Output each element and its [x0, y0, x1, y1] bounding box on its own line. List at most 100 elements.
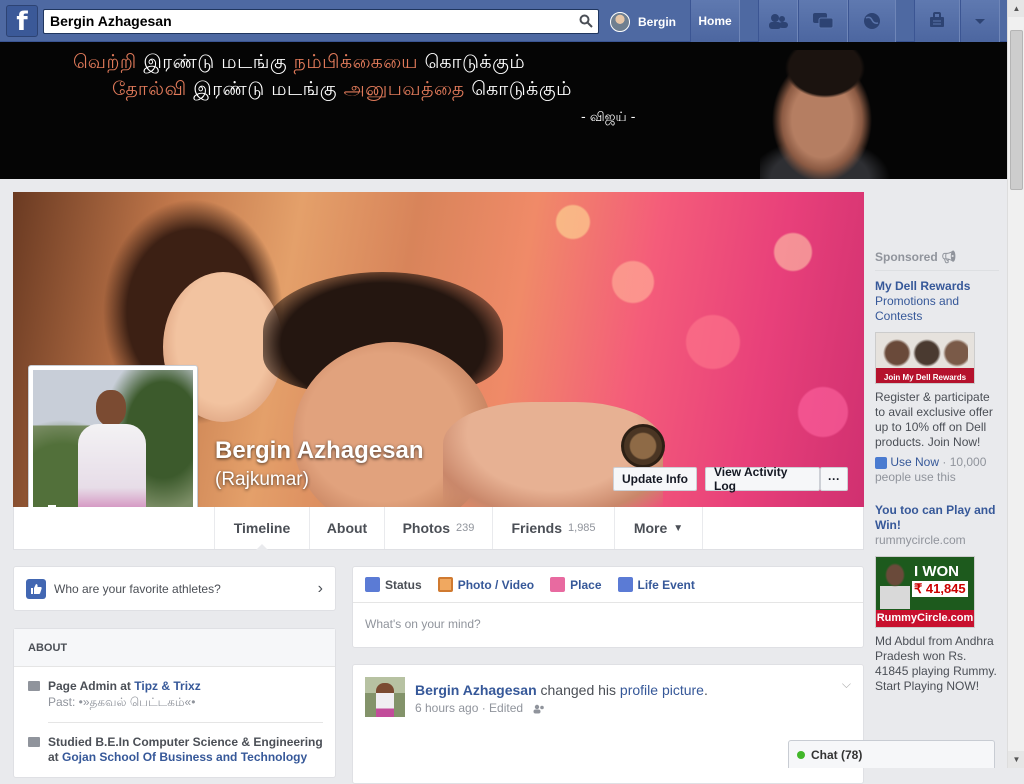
rummy-ad-image[interactable]: I WON ₹ 41,845 RummyCircle.com [875, 556, 975, 628]
thumbs-up-icon [26, 578, 46, 599]
status-input[interactable]: What's on your mind? [353, 603, 863, 645]
nav-profile-link[interactable]: Bergin [607, 7, 682, 36]
scrollbar-thumb[interactable] [1010, 30, 1023, 190]
about-card: ABOUT Page Admin at Tipz & Trixz Past: •… [13, 628, 336, 778]
about-work: Page Admin at Tipz & Trixz [48, 679, 328, 694]
graduation-cap-icon [28, 737, 40, 747]
search-input[interactable] [50, 10, 570, 32]
top-bar: f Bergin Home [0, 0, 1007, 42]
post-options-chevron-icon[interactable]: ⌵ [842, 677, 851, 692]
post-action: changed his [536, 682, 620, 698]
status-tab[interactable]: Status [365, 577, 422, 592]
about-education-at: at [48, 750, 63, 764]
tab-label: Friends [511, 520, 563, 536]
post-composer: Status Photo / Video Place Life Event Wh… [352, 566, 864, 648]
about-education-prefix: Studied B.E.In Computer Science & Engine… [48, 735, 323, 749]
ad-image-caption: Join My Dell Rewards [883, 373, 967, 382]
messages-button[interactable] [798, 0, 848, 42]
avatar [610, 11, 630, 32]
tab-label: Timeline [233, 520, 291, 536]
profile-name[interactable]: Bergin Azhagesan [215, 437, 424, 465]
about-header: ABOUT [14, 629, 335, 667]
account-menu-button[interactable] [960, 0, 1000, 42]
home-button[interactable]: Home [690, 0, 740, 42]
banner-word: நம்பிக்கையை [293, 51, 419, 73]
athletes-prompt-card[interactable]: Who are your favorite athletes? › [13, 566, 336, 611]
post-timestamp[interactable]: 6 hours ago · Edited [415, 701, 523, 715]
work-place-link[interactable]: Tipz & Trixz [134, 679, 200, 693]
more-options-button[interactable]: ··· [820, 467, 848, 491]
life-event-label: Life Event [637, 577, 695, 592]
about-divider [48, 722, 323, 723]
ad-body: Md Abdul from Andhra Pradesh won Rs. 418… [875, 634, 997, 693]
banner-line-2: தோல்வி இரண்டு மடங்கு அனுபவத்தை கொடுக்கும… [112, 78, 572, 103]
profile-alternate-name: (Rajkumar) [215, 469, 309, 490]
tab-count: 239 [456, 522, 475, 534]
about-work-past: Past: •»தகவல் பெட்டகம்«• [48, 695, 196, 709]
flag-icon [617, 577, 633, 592]
right-column: Sponsored 📢︎ My Dell Rewards Promotions … [875, 250, 999, 694]
search-box[interactable] [43, 9, 599, 34]
ad-title[interactable]: My Dell Rewards [875, 279, 999, 294]
facebook-logo[interactable]: f [6, 5, 38, 37]
tab-timeline[interactable]: Timeline [214, 507, 309, 550]
banner-word: கொடுக்கும் [424, 51, 526, 73]
location-pin-icon [550, 577, 566, 592]
scroll-down-arrow-icon[interactable]: ▼ [1008, 751, 1024, 768]
ad-domain: rummycircle.com [875, 533, 966, 547]
tab-about[interactable]: About [309, 507, 384, 549]
messages-icon [813, 13, 834, 29]
photo-icon [437, 577, 453, 592]
search-icon[interactable] [579, 14, 593, 28]
briefcase-icon [28, 681, 40, 691]
place-tab[interactable]: Place [550, 577, 602, 592]
school-link[interactable]: Gojan School Of Business and Technology [62, 750, 307, 764]
banner-word: அனுபவத்தை [343, 78, 465, 100]
banner-signature: - விஜய் - [581, 110, 636, 125]
banner-line-1: வெற்றி இரண்டு மடங்கு நம்பிக்கையை கொடுக்க… [73, 51, 525, 76]
use-now-icon [875, 456, 887, 469]
ad-title[interactable]: You too can Play and Win! [875, 503, 999, 533]
home-label: Home [698, 14, 732, 28]
post-author-avatar[interactable] [365, 677, 405, 717]
post-author-link[interactable]: Bergin Azhagesan [415, 682, 537, 698]
dell-ad-image[interactable]: Join My Dell Rewards [875, 332, 975, 384]
post-object-link[interactable]: profile picture [620, 682, 704, 698]
photo-video-label: Photo / Video [457, 577, 535, 592]
life-event-tab[interactable]: Life Event [617, 577, 695, 592]
friends-icon [769, 14, 788, 29]
scroll-up-arrow-icon[interactable]: ▲ [1008, 0, 1024, 17]
profile-picture-image [33, 370, 193, 528]
tab-friends[interactable]: Friends 1,985 [492, 507, 614, 549]
tab-label: Photos [402, 520, 451, 536]
composer-types: Status Photo / Video Place Life Event [353, 567, 863, 603]
ad-image-people [882, 339, 968, 369]
notifications-button[interactable] [848, 0, 896, 42]
post-meta: 6 hours ago · Edited [415, 701, 546, 715]
tab-more[interactable]: More ▼ [614, 507, 703, 549]
view-activity-log-button[interactable]: View Activity Log [705, 465, 820, 493]
privacy-icon [930, 12, 944, 27]
banner-word: இரண்டு மடங்கு [143, 51, 288, 73]
place-label: Place [570, 577, 602, 592]
update-info-button[interactable]: Update Info [613, 467, 697, 491]
ad-body: Register & participate to avail exclusiv… [875, 390, 993, 449]
use-now-link[interactable]: Use Now [890, 455, 939, 469]
sponsored-header: Sponsored 📢︎ [875, 250, 999, 271]
photo-video-tab[interactable]: Photo / Video [437, 577, 535, 592]
friend-requests-button[interactable] [758, 0, 798, 42]
ad-image-person [880, 563, 910, 609]
about-education: Studied B.E.In Computer Science & Engine… [48, 735, 328, 765]
chevron-right-icon: › [317, 580, 323, 597]
page-scrollbar[interactable]: ▲ ▼ [1007, 0, 1024, 768]
tab-label: More [633, 520, 668, 536]
tab-label: About [326, 520, 368, 536]
tab-photos[interactable]: Photos 239 [384, 507, 492, 549]
privacy-shortcuts-button[interactable] [914, 0, 960, 42]
chevron-down-icon [975, 19, 985, 24]
audience-friends-icon[interactable] [532, 704, 546, 714]
about-work-item: Page Admin at Tipz & Trixz Past: •»தகவல்… [28, 679, 328, 710]
ad-subtitle[interactable]: Promotions and Contests [875, 294, 999, 324]
chat-bar[interactable]: Chat (78) [788, 740, 995, 768]
about-education-item: Studied B.E.In Computer Science & Engine… [28, 735, 328, 765]
